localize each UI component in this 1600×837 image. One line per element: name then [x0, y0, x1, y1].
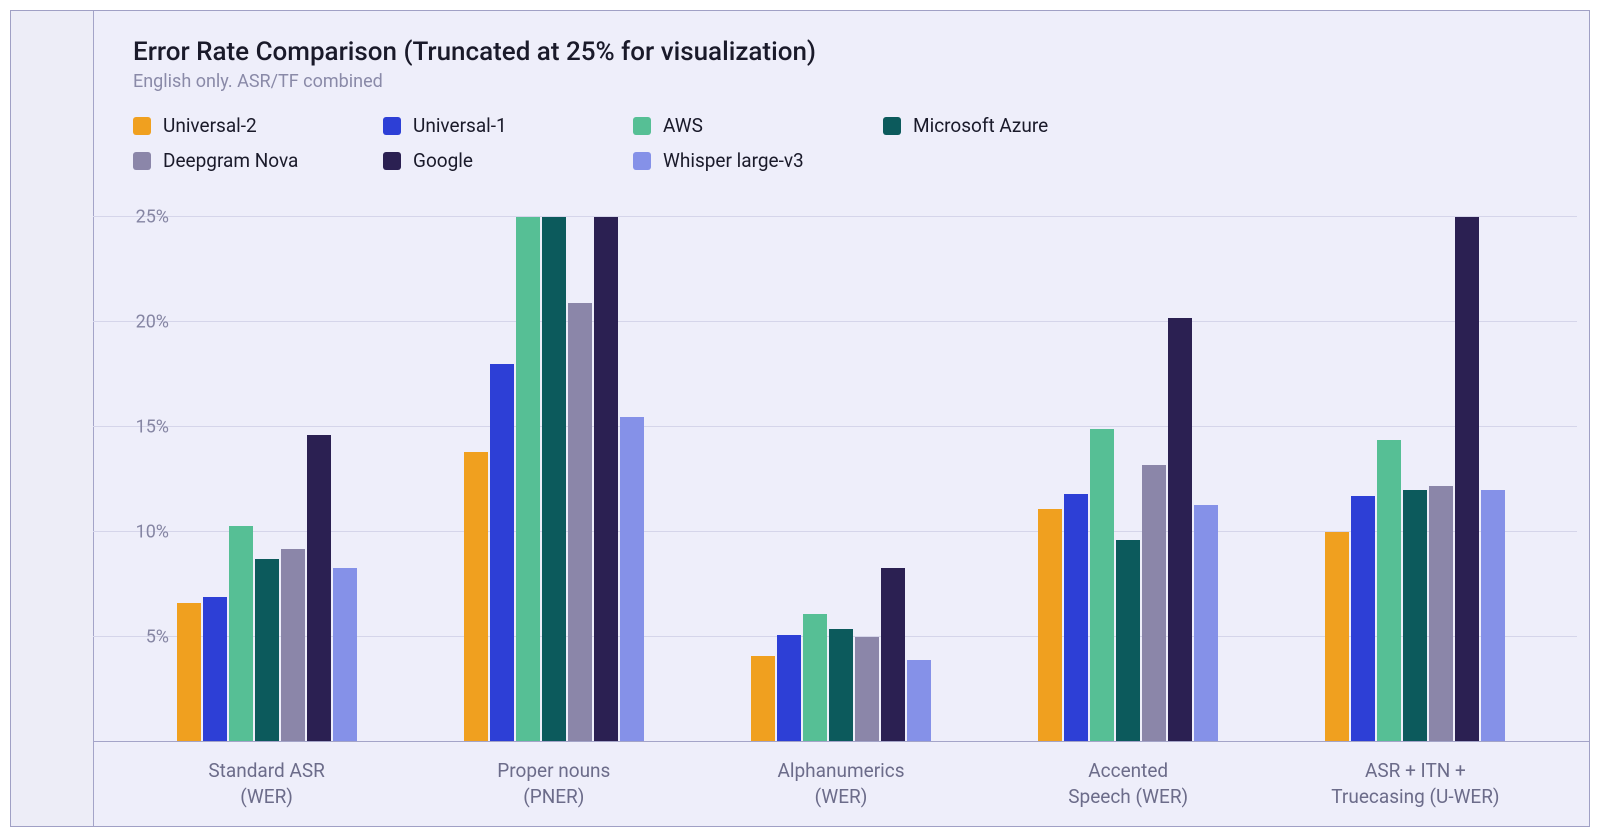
x-tick-label: Standard ASR(WER): [123, 750, 410, 810]
x-axis: Standard ASR(WER)Proper nouns(PNER)Alpha…: [93, 750, 1589, 810]
bar: [1116, 540, 1140, 742]
x-tick-label: ASR + ITN +Truecasing (U-WER): [1272, 750, 1559, 810]
legend-label: Universal-1: [413, 114, 507, 137]
bar: [1038, 509, 1062, 742]
bar: [777, 635, 801, 742]
legend-label: Universal-2: [163, 114, 257, 137]
bar: [829, 629, 853, 742]
bar: [255, 559, 279, 742]
bar: [1455, 217, 1479, 742]
legend-swatch: [883, 117, 901, 135]
bar: [281, 549, 305, 742]
bar: [1168, 318, 1192, 742]
bar: [333, 568, 357, 742]
bar: [177, 603, 201, 742]
bar: [855, 637, 879, 742]
legend-item: Universal-2: [133, 114, 383, 137]
bar: [803, 614, 827, 742]
bar: [1481, 490, 1505, 742]
chart-subtitle: English only. ASR/TF combined: [133, 71, 1549, 92]
bar: [568, 303, 592, 742]
legend-item: Google: [383, 149, 633, 172]
bar: [516, 217, 540, 742]
bar: [1429, 486, 1453, 742]
bar: [1403, 490, 1427, 742]
x-tick-label: AccentedSpeech (WER): [985, 750, 1272, 810]
bar: [1377, 440, 1401, 742]
bar: [1064, 494, 1088, 742]
bar: [542, 217, 566, 742]
legend-label: Microsoft Azure: [913, 114, 1048, 137]
bar-cluster: [410, 217, 697, 742]
x-tick-label: Alphanumerics(WER): [697, 750, 984, 810]
chart-container: Error Rate Comparison (Truncated at 25% …: [10, 10, 1590, 827]
bars-row: [93, 217, 1589, 742]
legend-swatch: [383, 117, 401, 135]
legend-item: AWS: [633, 114, 883, 137]
bar: [229, 526, 253, 742]
bar: [594, 217, 618, 742]
bar: [620, 417, 644, 743]
bar: [1351, 496, 1375, 742]
bar: [751, 656, 775, 742]
legend-item: Universal-1: [383, 114, 633, 137]
bar: [881, 568, 905, 742]
bar: [490, 364, 514, 742]
x-axis-line: [93, 741, 1589, 742]
bar: [1194, 505, 1218, 742]
legend: Universal-2 Universal-1 AWS Microsoft Azure…: [133, 114, 1549, 172]
bar: [1142, 465, 1166, 742]
chart-title: Error Rate Comparison (Truncated at 25% …: [133, 37, 1549, 67]
legend-item: Deepgram Nova: [133, 149, 383, 172]
legend-label: AWS: [663, 114, 703, 137]
x-tick-label: Proper nouns(PNER): [410, 750, 697, 810]
legend-swatch: [133, 152, 151, 170]
bar-cluster: [985, 217, 1272, 742]
bar-cluster: [123, 217, 410, 742]
chart-header: Error Rate Comparison (Truncated at 25% …: [133, 37, 1549, 172]
legend-item: Microsoft Azure: [883, 114, 1133, 137]
bar: [907, 660, 931, 742]
plot-area: 5%10%15%20%25%: [93, 217, 1589, 742]
legend-label: Whisper large-v3: [663, 149, 804, 172]
legend-swatch: [133, 117, 151, 135]
bar: [203, 597, 227, 742]
legend-label: Deepgram Nova: [163, 149, 298, 172]
legend-label: Google: [413, 149, 473, 172]
bar: [307, 435, 331, 742]
bar-cluster: [697, 217, 984, 742]
bar-cluster: [1272, 217, 1559, 742]
legend-item: Whisper large-v3: [633, 149, 883, 172]
bar: [1090, 429, 1114, 742]
legend-swatch: [633, 117, 651, 135]
legend-swatch: [383, 152, 401, 170]
legend-swatch: [633, 152, 651, 170]
bar: [464, 452, 488, 742]
bar: [1325, 532, 1349, 742]
